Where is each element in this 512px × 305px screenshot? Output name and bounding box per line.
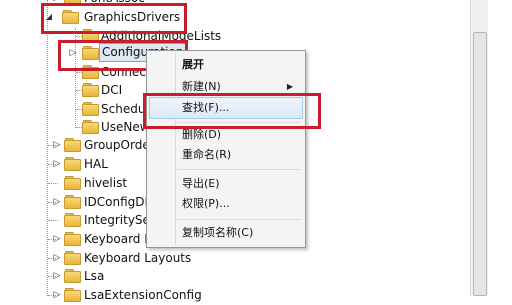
folder-icon (64, 269, 81, 283)
menu-item-export[interactable]: 导出(E) (149, 174, 301, 194)
tree-item-label: hivelist (84, 176, 128, 190)
menu-item-copy-key-name[interactable]: 复制项名称(C) (149, 223, 301, 243)
highlight-box-graphicsdrivers (41, 3, 187, 34)
expand-icon[interactable]: ▷ (52, 192, 62, 212)
context-menu: 展开 新建(N) ▶ 查找(F)... 删除(D) 重命名(R) 导出(E) 权… (146, 50, 306, 248)
expand-icon[interactable]: ▷ (52, 154, 62, 174)
menu-item-expand[interactable]: 展开 (149, 55, 301, 75)
expand-icon[interactable]: ▷ (52, 135, 62, 155)
vertical-scrollbar[interactable] (470, 0, 488, 296)
scrollbar-thumb[interactable] (473, 32, 487, 296)
menu-item-label: 复制项名称(C) (182, 226, 254, 239)
expand-icon[interactable]: ▷ (52, 266, 62, 286)
menu-item-label: 展开 (182, 58, 204, 71)
menu-item-label: 重命名(R) (182, 148, 232, 161)
folder-icon (82, 83, 99, 97)
folder-icon (64, 176, 81, 190)
folder-icon (64, 288, 81, 302)
folder-icon (64, 213, 81, 227)
tree-item-label: Keyboard Layouts (84, 251, 192, 265)
menu-separator (177, 169, 301, 170)
folder-icon (82, 102, 99, 116)
menu-item-rename[interactable]: 重命名(R) (149, 145, 301, 165)
menu-separator (177, 219, 301, 220)
menu-item-label: 导出(E) (182, 177, 220, 190)
folder-icon (82, 120, 99, 134)
folder-icon (64, 157, 81, 171)
tree-item-label: Lsa (84, 269, 105, 283)
highlight-box-find (143, 93, 321, 129)
tree-item-label: HAL (84, 157, 108, 171)
menu-item-permissions[interactable]: 权限(P)... (149, 194, 301, 214)
expand-icon[interactable]: ▷ (52, 229, 62, 249)
tree-item-label: LsaExtensionConfig (84, 288, 202, 302)
tree-guide (47, 0, 48, 296)
folder-icon (64, 138, 81, 152)
folder-icon (64, 251, 81, 265)
menu-item-label: 权限(P)... (182, 197, 230, 210)
folder-icon (64, 195, 81, 209)
folder-icon (64, 232, 81, 246)
expand-icon[interactable]: ▷ (52, 285, 62, 305)
tree-item-label: IDConfigDB (84, 195, 153, 209)
expand-icon[interactable]: ▷ (52, 248, 62, 268)
tree-item-label: DCI (101, 83, 123, 97)
